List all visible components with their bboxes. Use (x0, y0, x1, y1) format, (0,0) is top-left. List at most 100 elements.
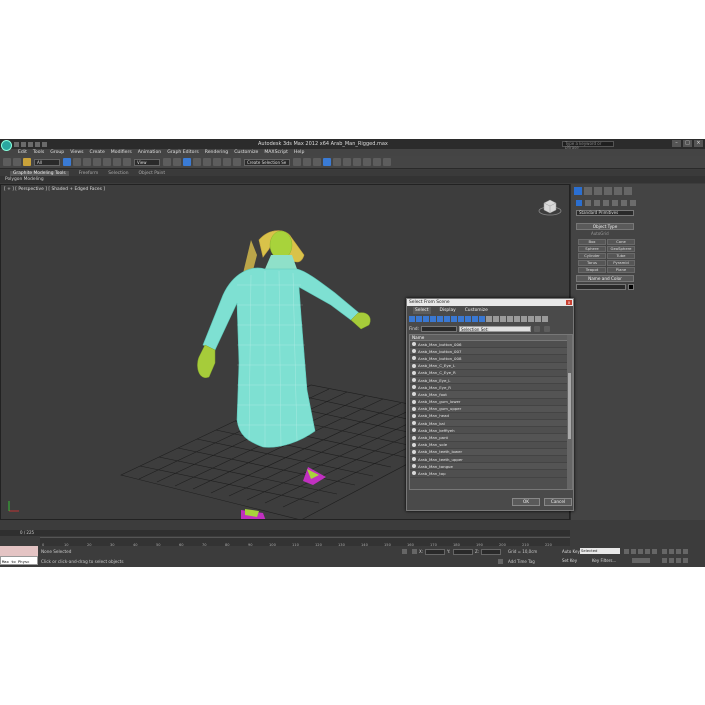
go-to-start-icon[interactable] (624, 549, 629, 554)
reference-coordinate-dropdown[interactable]: View (134, 158, 160, 166)
list-item[interactable]: Arab_Man_pant (410, 434, 572, 442)
list-item[interactable]: Arab_Man_tongue (410, 463, 572, 471)
menu-tools[interactable]: Tools (33, 150, 44, 155)
maximize-button[interactable]: □ (683, 140, 692, 147)
list-item[interactable]: Arab_Man_C_Eye_L (410, 362, 572, 370)
zoom-extents-icon[interactable] (676, 549, 681, 554)
select-by-name-icon[interactable] (73, 158, 81, 166)
rotate-icon[interactable] (113, 158, 121, 166)
find-case-sensitive-icon[interactable] (528, 316, 534, 322)
help-search-input[interactable]: Type a keyword or phrase (562, 141, 614, 150)
open-file-icon[interactable] (21, 141, 26, 147)
redo-icon[interactable] (42, 141, 47, 147)
time-slider[interactable]: 0 / 225 (0, 530, 570, 536)
filter-containers-icon[interactable] (472, 316, 478, 322)
maximize-viewport-icon[interactable] (683, 558, 688, 563)
ribbon-polygon-modeling[interactable]: Polygon Modeling (5, 177, 44, 182)
torus-button[interactable]: Torus (578, 260, 606, 266)
menu-maxscript[interactable]: MAXScript (264, 150, 288, 155)
filter-lights-icon[interactable] (423, 316, 429, 322)
hierarchy-tab-icon[interactable] (594, 187, 602, 195)
list-item[interactable]: Arab_Man_head (410, 413, 572, 421)
edit-named-selection-icon[interactable] (233, 158, 241, 166)
display-influences-icon[interactable] (514, 316, 520, 322)
filter-options-icon[interactable] (542, 316, 548, 322)
percent-snap-icon[interactable] (213, 158, 221, 166)
geometry-icon[interactable] (576, 200, 582, 206)
filter-geometry-icon[interactable] (409, 316, 415, 322)
keyboard-shortcut-override-icon[interactable] (183, 158, 191, 166)
cameras-icon[interactable] (603, 200, 609, 206)
viewcube-icon[interactable] (538, 197, 562, 217)
filter-helpers-icon[interactable] (437, 316, 443, 322)
zoom-all-icon[interactable] (669, 549, 674, 554)
select-all-icon[interactable] (486, 316, 492, 322)
absolute-mode-icon[interactable] (412, 549, 417, 554)
list-item[interactable]: Arab_Man_keffiyeh (410, 427, 572, 435)
cylinder-button[interactable]: Cylinder (578, 253, 606, 259)
named-selection-set-dropdown[interactable]: Create Selection Se (244, 158, 290, 166)
object-color-swatch[interactable] (628, 284, 634, 290)
select-dependents-icon[interactable] (521, 316, 527, 322)
menu-edit[interactable]: Edit (18, 150, 27, 155)
filter-frozen-icon[interactable] (479, 316, 485, 322)
autogrid-checkbox[interactable]: AutoGrid (591, 231, 609, 236)
display-tab-icon[interactable] (614, 187, 622, 195)
edit-selection-set-icon[interactable] (544, 325, 550, 332)
list-item[interactable]: Arab_Man_Eye_L (410, 376, 572, 385)
spinner-snap-icon[interactable] (223, 158, 231, 166)
graphite-toggle-icon[interactable] (323, 158, 331, 166)
menu-modifiers[interactable]: Modifiers (111, 150, 132, 155)
list-item[interactable]: Arab_Man_gum_lower (410, 399, 572, 406)
list-item[interactable]: Arab_Man_button_006 (410, 341, 572, 349)
field-of-view-icon[interactable] (662, 558, 667, 563)
menu-group[interactable]: Group (50, 150, 64, 155)
select-invert-icon[interactable] (500, 316, 506, 322)
scale-icon[interactable] (123, 158, 131, 166)
name-and-color-rollout[interactable]: Name and Color (576, 275, 634, 282)
x-coord-field[interactable] (425, 549, 445, 555)
list-item[interactable]: Arab_Man_button_008 (410, 355, 572, 363)
systems-icon[interactable] (630, 200, 636, 206)
align-icon[interactable] (303, 158, 311, 166)
teapot-button[interactable]: Teapot (578, 267, 606, 273)
current-frame-field[interactable] (632, 558, 650, 563)
zoom-icon[interactable] (662, 549, 667, 554)
save-file-icon[interactable] (28, 141, 33, 147)
maxscript-listener-area[interactable] (0, 546, 38, 556)
ok-button[interactable]: OK (512, 498, 540, 506)
move-icon[interactable] (103, 158, 111, 166)
maxscript-mini-listener[interactable]: Max to Physc (0, 556, 38, 565)
lights-icon[interactable] (594, 200, 600, 206)
scrollbar-thumb[interactable] (568, 373, 571, 439)
zoom-extents-all-icon[interactable] (683, 549, 688, 554)
add-time-tag-button[interactable]: Add Time Tag (508, 559, 535, 564)
list-item[interactable]: Arab_Man_gum_upper (410, 405, 572, 413)
key-mode-dropdown[interactable]: Selected (580, 548, 620, 554)
curve-editor-icon[interactable] (333, 158, 341, 166)
selection-set-dropdown[interactable]: Selection Set: (459, 325, 531, 332)
sphere-button[interactable]: Sphere (578, 246, 606, 252)
list-item[interactable]: Arab_Man_Eye_R (410, 384, 572, 392)
list-item[interactable]: Arab_Man_kal (410, 420, 572, 428)
orbit-icon[interactable] (676, 558, 681, 563)
layer-manager-icon[interactable] (313, 158, 321, 166)
z-coord-field[interactable] (481, 549, 501, 555)
next-frame-icon[interactable] (645, 549, 650, 554)
plane-button[interactable]: Plane (607, 267, 635, 273)
filter-xrefs-icon[interactable] (458, 316, 464, 322)
pivot-center-icon[interactable] (163, 158, 171, 166)
viewport-label[interactable]: [ + ] [ Perspective ] [ Shaded + Edged F… (4, 187, 105, 192)
menu-rendering[interactable]: Rendering (205, 150, 228, 155)
menu-create[interactable]: Create (90, 150, 105, 155)
track-bar[interactable]: 0 10 20 30 40 50 60 70 80 90 100 110 120… (40, 537, 570, 547)
select-none-icon[interactable] (493, 316, 499, 322)
options-icon[interactable] (535, 316, 541, 322)
filter-cameras-icon[interactable] (430, 316, 436, 322)
go-to-end-icon[interactable] (652, 549, 657, 554)
render-production-icon[interactable] (383, 158, 391, 166)
display-children-icon[interactable] (507, 316, 513, 322)
list-item[interactable]: Arab_Man_top (410, 470, 572, 478)
filter-bones-icon[interactable] (465, 316, 471, 322)
lock-selection-icon[interactable] (402, 549, 407, 554)
